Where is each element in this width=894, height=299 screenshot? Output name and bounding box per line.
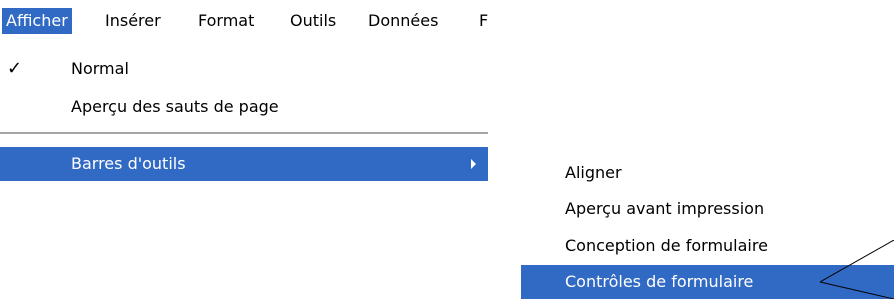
menu-afficher[interactable]: Afficher [2, 8, 72, 34]
submenu-item-aligner[interactable]: Aligner [521, 156, 894, 190]
menu-donnees[interactable]: Données [364, 8, 442, 34]
menu-item-label: Normal [71, 59, 129, 78]
submenu-item-label: Conception de formulaire [565, 236, 768, 255]
checkmark-icon: ✓ [7, 58, 23, 79]
menu-item-label: Barres d'outils [71, 154, 186, 173]
menu-format[interactable]: Format [194, 8, 258, 34]
menu-inserer[interactable]: Insérer [101, 8, 165, 34]
menu-item-label: Aperçu des sauts de page [71, 97, 279, 116]
menu-fenetre-partial[interactable]: F [475, 8, 488, 34]
callout-pointer [820, 240, 894, 299]
view-menu-dropdown: ✓ Normal Aperçu des sauts de page Barres… [0, 40, 488, 186]
menu-item-toolbars[interactable]: Barres d'outils [0, 147, 488, 181]
submenu-item-print-preview[interactable]: Aperçu avant impression [521, 192, 894, 226]
menu-bar: Afficher Insérer Format Outils Données F [0, 0, 488, 40]
submenu-arrow-icon [471, 159, 476, 169]
submenu-item-label: Aligner [565, 163, 622, 182]
menu-separator [0, 132, 488, 134]
submenu-item-label: Contrôles de formulaire [565, 272, 754, 291]
submenu-item-label: Aperçu avant impression [565, 199, 765, 218]
menu-outils[interactable]: Outils [286, 8, 340, 34]
menu-item-page-break-preview[interactable]: Aperçu des sauts de page [0, 90, 488, 124]
menu-item-normal[interactable]: ✓ Normal [0, 52, 488, 86]
